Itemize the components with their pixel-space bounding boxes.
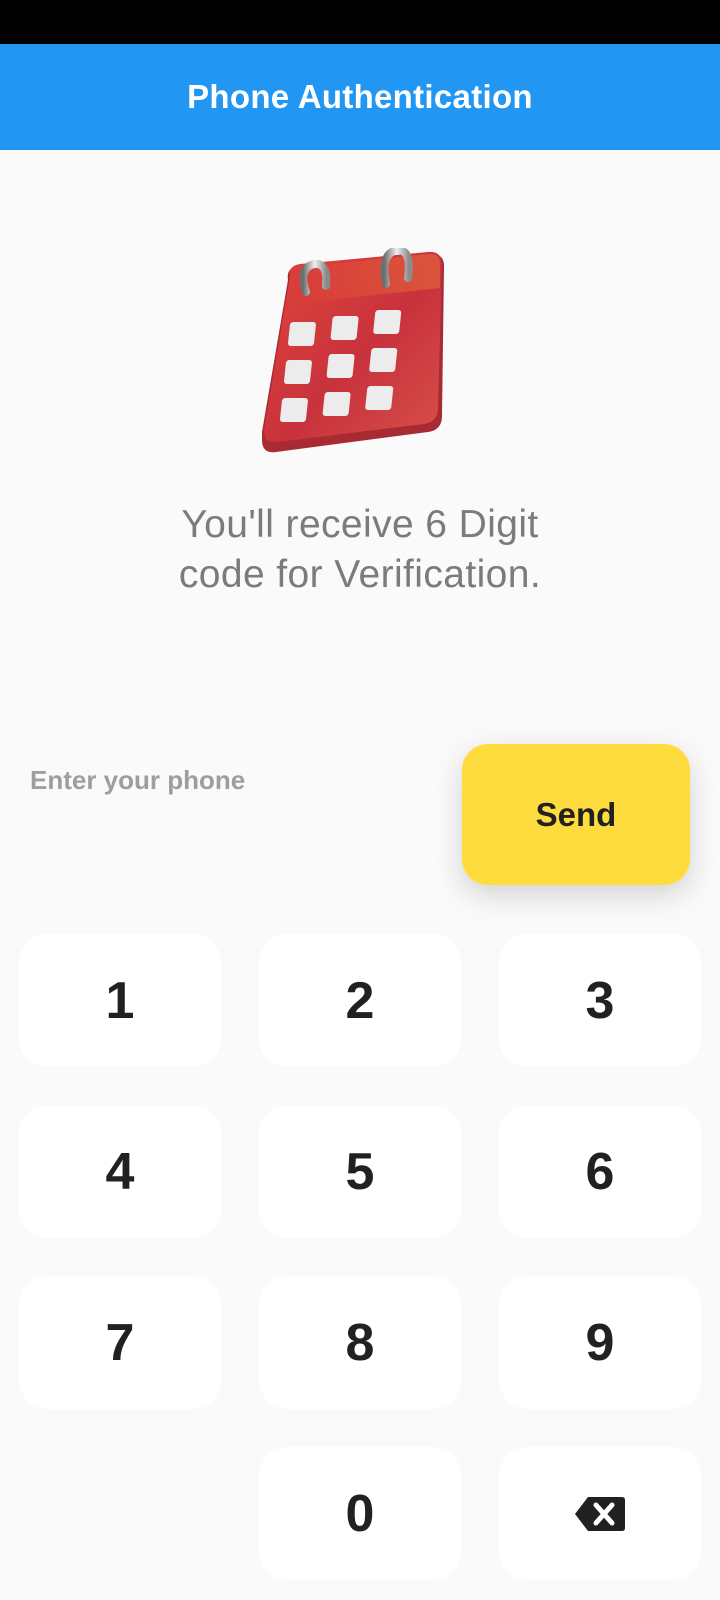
page-title: Phone Authentication [187,78,533,115]
backspace-icon [574,1495,626,1533]
key-2[interactable]: 2 [259,934,461,1067]
calendar-icon [258,248,454,464]
key-4[interactable]: 4 [19,1105,221,1238]
key-9[interactable]: 9 [499,1276,701,1409]
key-8[interactable]: 8 [259,1276,461,1409]
key-0[interactable]: 0 [259,1447,461,1580]
key-7[interactable]: 7 [19,1276,221,1409]
info-line-1: You'll receive 6 Digit [181,503,539,546]
key-3[interactable]: 3 [499,934,701,1067]
verification-info-text: You'll receive 6 Digit code for Verifica… [60,500,660,600]
key-6[interactable]: 6 [499,1105,701,1238]
info-line-2: code for Verification. [178,553,542,596]
status-bar [0,0,720,44]
key-5[interactable]: 5 [259,1105,461,1238]
key-1[interactable]: 1 [19,934,221,1067]
app-bar: Phone Authentication [0,44,720,150]
phone-input[interactable] [30,755,430,805]
backspace-button[interactable] [499,1447,701,1580]
send-button[interactable]: Send [462,744,690,885]
